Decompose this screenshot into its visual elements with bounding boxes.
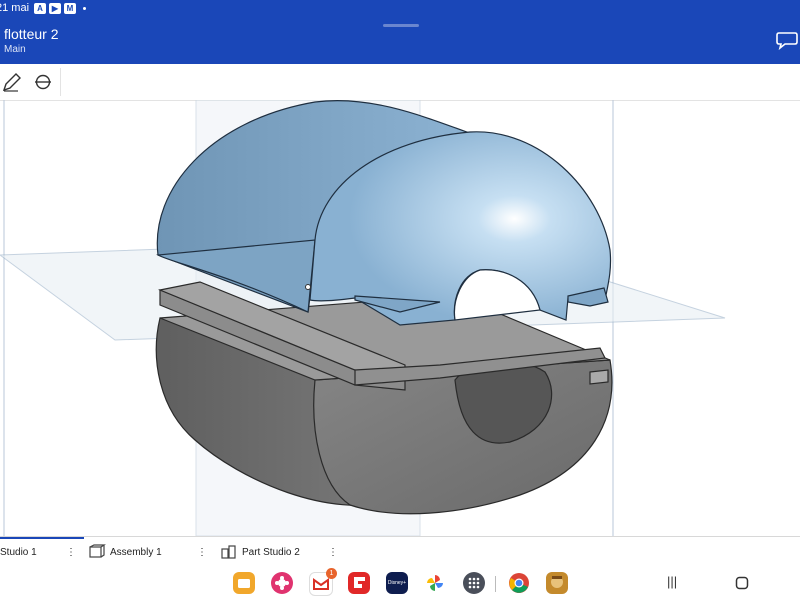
part-studio-icon (221, 545, 236, 559)
files-app-icon[interactable] (233, 572, 255, 594)
status-time: 21 mai (0, 2, 30, 14)
home-button-icon[interactable] (735, 576, 749, 590)
document-tab-bar: Studio 1 ⋮ Assembly 1 ⋮ Part Studio 2 ⋮ (0, 536, 800, 567)
dock-divider (495, 576, 496, 592)
assembly-icon (89, 544, 106, 558)
clash-of-clans-app-icon[interactable] (546, 572, 568, 594)
document-title[interactable]: flotteur 2 (4, 26, 58, 42)
photos-app-icon[interactable] (424, 572, 446, 594)
tab-label[interactable]: Assembly 1 (110, 547, 162, 558)
recent-apps-icon[interactable]: ||| (667, 574, 677, 589)
blossom-app-icon[interactable] (271, 572, 293, 594)
accessibility-notification-icon: A (34, 3, 46, 14)
section-view-icon[interactable] (31, 70, 55, 94)
flipboard-app-icon[interactable] (348, 572, 370, 594)
comment-icon[interactable] (776, 30, 798, 50)
gmail-notification-icon: M (64, 3, 76, 14)
tab-part-studio-2[interactable]: Part Studio 2 (220, 537, 300, 567)
system-navigation-bar: 1 Disney+ ||| (0, 566, 800, 600)
tab-label[interactable]: Part Studio 2 (242, 547, 300, 558)
gmail-app-icon[interactable]: 1 (309, 568, 337, 596)
app-drawer-icon[interactable] (463, 572, 485, 594)
gmail-badge: 1 (326, 568, 337, 579)
disney-plus-app-icon[interactable]: Disney+ (386, 572, 408, 594)
status-bar: 21 mai A ▶ M (0, 0, 800, 18)
chrome-app-icon[interactable] (508, 572, 530, 594)
pencil-icon[interactable] (0, 70, 24, 94)
drag-handle[interactable] (383, 24, 419, 27)
app-bar: flotteur 2 Main (0, 18, 800, 64)
toolbar-divider (60, 68, 61, 96)
tab-assembly-1[interactable]: Assembly 1 (88, 537, 162, 567)
tab-menu-icon[interactable]: ⋮ (328, 537, 338, 567)
origin-point[interactable] (305, 284, 311, 290)
tab-menu-icon[interactable]: ⋮ (197, 537, 207, 567)
model-canvas[interactable] (0, 100, 800, 536)
tab-label[interactable]: Studio 1 (0, 547, 37, 558)
tab-menu-icon[interactable]: ⋮ (66, 537, 76, 567)
graphics-viewport[interactable] (0, 100, 800, 536)
tab-part-studio-1[interactable]: Studio 1 (0, 537, 37, 567)
toolbar (0, 64, 800, 101)
workspace-name[interactable]: Main (4, 44, 26, 55)
notification-icons: A ▶ M (34, 3, 86, 14)
youtube-notification-icon: ▶ (49, 3, 61, 14)
more-notifications-dot-icon (83, 7, 86, 10)
